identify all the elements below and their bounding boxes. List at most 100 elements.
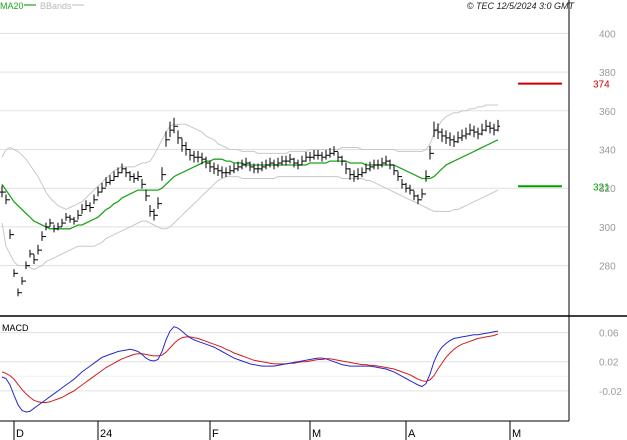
ohlc-bar (228, 165, 232, 176)
ohlc-bar (292, 157, 296, 168)
ohlc-bar (92, 194, 96, 209)
ohlc-bar (332, 146, 336, 156)
ohlc-bar (380, 157, 384, 168)
ohlc-bar (444, 130, 448, 144)
ohlc-bar (456, 131, 460, 144)
ohlc-bar (472, 125, 476, 138)
price-tick-label: 400 (599, 29, 616, 40)
ohlc-bar (176, 125, 180, 144)
ohlc-bar (304, 151, 308, 162)
ohlc-bar (424, 170, 428, 195)
macd-tick-label: 0.06 (599, 329, 619, 340)
ohlc-bar (212, 162, 216, 175)
ohlc-bar (32, 253, 36, 265)
ohlc-bar (184, 142, 188, 156)
ohlc-bar (160, 167, 164, 205)
x-tick-label: M (512, 428, 521, 440)
ohlc-bar (496, 119, 500, 132)
support-label: 321 (593, 182, 610, 193)
stock-chart: 280 300 320 340 360 380 400 -0.02 0.02 0.06 374 3… (0, 0, 627, 440)
x-tick-label: A (408, 428, 416, 440)
ohlc-bar (140, 176, 144, 189)
ohlc-bar (220, 166, 224, 178)
ohlc-bar (400, 176, 404, 189)
ohlc-bar (384, 155, 388, 166)
ohlc-bar (136, 171, 140, 181)
price-tick-label: 380 (599, 68, 616, 79)
ohlc-bar (72, 216, 76, 225)
ma20-path (1, 139, 499, 230)
legend-bbands-label: BBands (40, 1, 72, 11)
ohlc-bar (336, 150, 340, 162)
legend-ma-label: MA20 (0, 1, 24, 11)
ohlc-bar (52, 222, 56, 233)
ohlc-bar (300, 155, 304, 166)
ohlc-bar (360, 167, 364, 178)
ohlc-bar (188, 148, 192, 161)
ohlc-bar (408, 184, 412, 195)
ohlc-bar (484, 119, 488, 132)
ohlc-bar (44, 222, 48, 238)
price-tick-label: 300 (599, 223, 616, 234)
ohlc-bar (64, 212, 68, 224)
ohlc-bar (128, 171, 132, 181)
ohlc-bar (452, 135, 456, 147)
ohlc-bar (428, 145, 432, 178)
ohlc-bar (196, 150, 200, 163)
ohlc-bar (324, 149, 328, 160)
signal-line (1, 333, 499, 403)
ohlc-bar (488, 121, 492, 134)
ohlc-bar (376, 159, 380, 170)
ohlc-bar (80, 204, 84, 216)
ohlc-bar (368, 161, 372, 172)
axes: D 24 F M A M (0, 0, 627, 440)
ohlc-bar (248, 161, 252, 172)
ohlc-bar (132, 173, 136, 183)
price-tick-label: 340 (599, 145, 616, 156)
ohlc-bar (392, 164, 396, 176)
ohlc-bar (124, 167, 128, 178)
ohlc-bar (68, 214, 72, 223)
ohlc-bar (116, 167, 120, 178)
macd-lines (1, 326, 499, 413)
price-levels: 374 321 (518, 80, 610, 193)
bband-lower (1, 176, 499, 271)
ohlc-bar (352, 170, 356, 182)
ohlc-bar (8, 199, 12, 239)
bollinger-bands (1, 104, 499, 271)
ohlc-bar (440, 128, 444, 143)
copyright-label: © TEC 12/5/2024 3:0 GMT (467, 1, 576, 11)
ohlc-bar (284, 155, 288, 166)
ohlc-bar (104, 177, 108, 189)
ohlc-bar (320, 151, 324, 162)
ohlc-bar (24, 261, 28, 282)
ohlc-bar (460, 129, 464, 142)
price-grid: 280300320340360380400 (0, 29, 616, 273)
ohlc-bar (16, 272, 20, 297)
ohlc-bar (308, 151, 312, 162)
resistance-label: 374 (593, 80, 610, 91)
ohlc-bar (420, 188, 424, 201)
ohlc-bar (492, 123, 496, 136)
ohlc-bar (232, 163, 236, 174)
ohlc-bar (84, 200, 88, 210)
ohlc-bar (96, 186, 100, 201)
ohlc-bar (148, 195, 152, 217)
ohlc-bar (36, 244, 40, 261)
ohlc-bar (20, 276, 24, 294)
ohlc-bar (316, 149, 320, 160)
ohlc-bar (244, 157, 248, 168)
x-tick-label: M (312, 428, 321, 440)
ohlc-bar (120, 163, 124, 174)
ohlc-bar (192, 150, 196, 163)
ohlc-bar (28, 249, 32, 267)
ohlc-bar (276, 157, 280, 168)
ohlc-bar (144, 183, 148, 202)
ohlc-bar (312, 149, 316, 160)
ohlc-bar (268, 157, 272, 168)
ohlc-bar (448, 132, 452, 146)
ohlc-bar (224, 167, 228, 178)
ohlc-bar (344, 160, 348, 175)
chart-canvas: 280300320340360380400 -0.020.020.06 3743… (0, 0, 627, 440)
price-tick-label: 280 (599, 262, 616, 273)
